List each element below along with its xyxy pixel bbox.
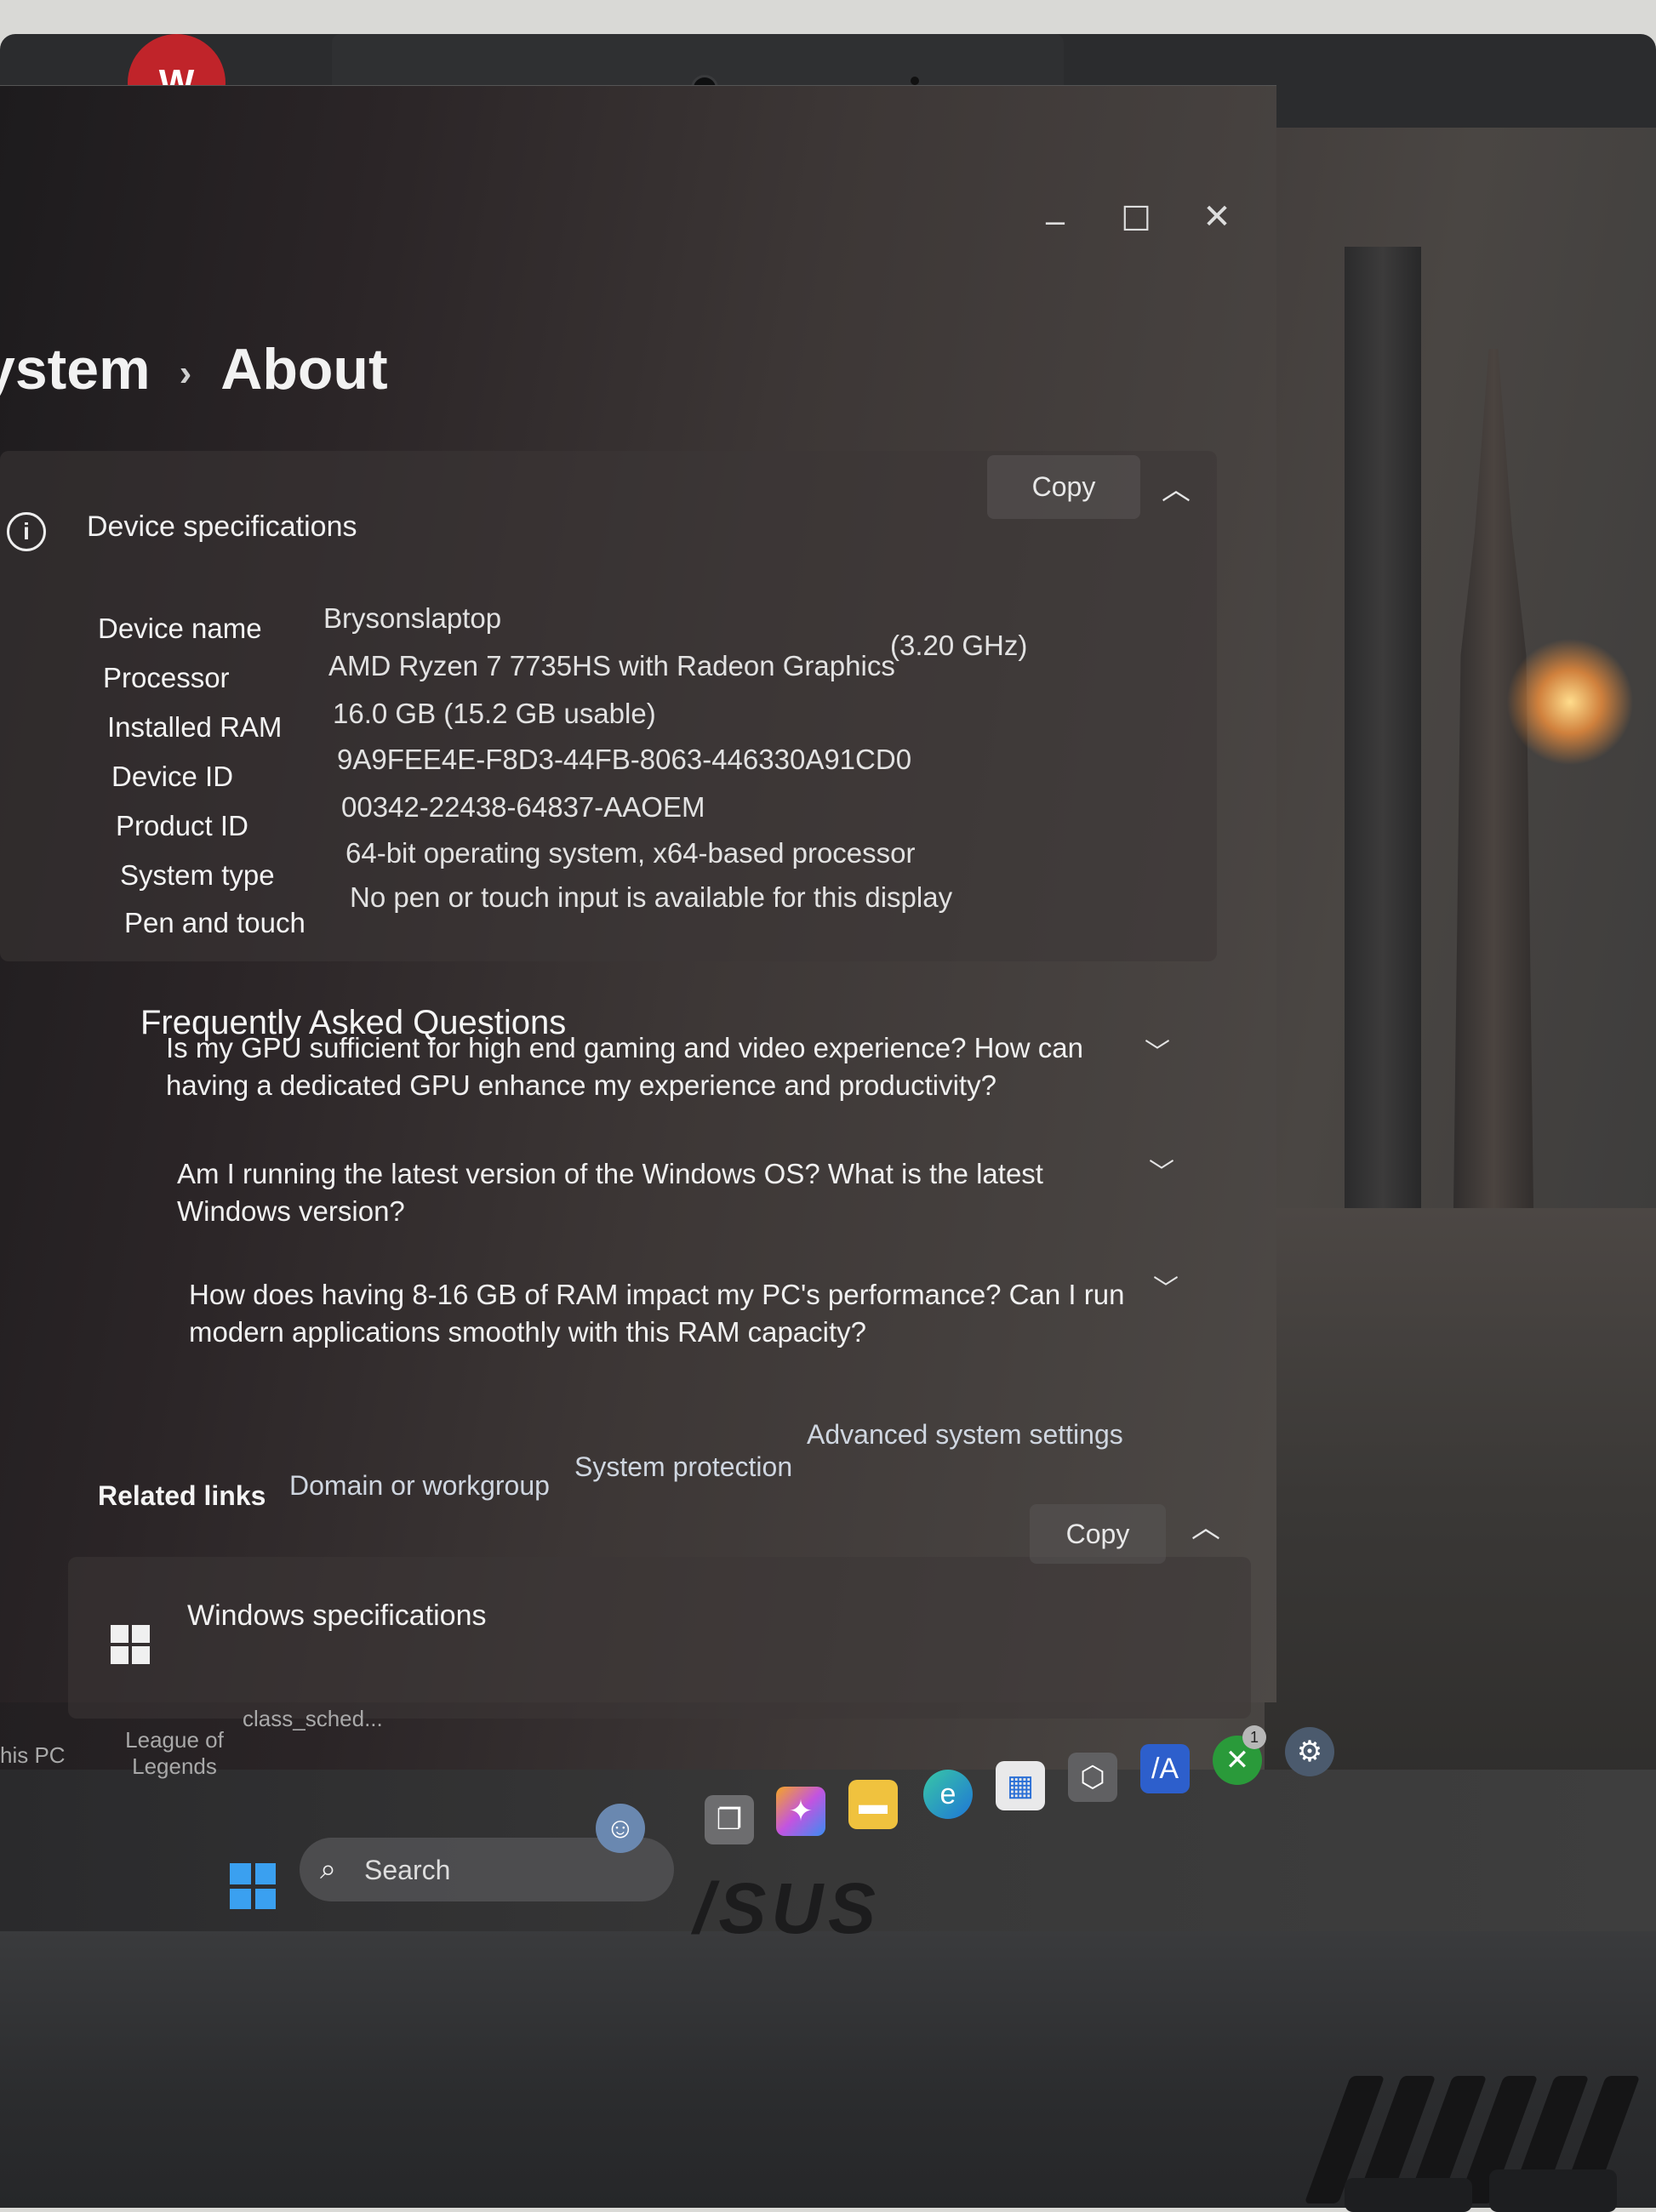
edge-icon[interactable]: e: [923, 1770, 973, 1819]
asus-logo: /SUS: [694, 1868, 882, 1948]
page-title: About: [220, 337, 388, 402]
windows-start-icon[interactable]: [230, 1863, 276, 1909]
copy-device-specs-button[interactable]: Copy: [987, 455, 1140, 519]
wallpaper-building: [1345, 247, 1421, 1310]
spec-value: 9A9FEE4E-F8D3-44FB-8063-446330A91CD0: [337, 744, 912, 775]
keyboard-key: [1489, 2169, 1617, 2212]
faq-question[interactable]: Am I running the latest version of the W…: [177, 1155, 1130, 1230]
spec-label: Product ID: [116, 810, 248, 841]
spec-label: Processor: [103, 662, 230, 693]
related-link-system-protection[interactable]: System protection: [574, 1451, 792, 1483]
spec-label: Pen and touch: [124, 907, 306, 938]
windows-logo-icon: [111, 1625, 150, 1664]
close-button[interactable]: ✕: [1191, 191, 1242, 242]
maximize-button[interactable]: ☐: [1111, 194, 1162, 245]
spec-value: Brysonslaptop: [323, 602, 502, 634]
related-link-advanced-settings[interactable]: Advanced system settings: [807, 1419, 1123, 1451]
avatar[interactable]: ☺: [596, 1804, 645, 1853]
related-links-label: Related links: [98, 1480, 266, 1511]
chevron-down-icon[interactable]: ﹀: [1149, 1151, 1174, 1189]
spec-value: AMD Ryzen 7 7735HS with Radeon Graphics: [328, 650, 895, 681]
spec-label: Device ID: [111, 761, 234, 792]
spec-value: 00342-22438-64837-AAOEM: [341, 791, 705, 823]
task-view-icon[interactable]: ❐: [705, 1795, 754, 1844]
settings-gear-icon[interactable]: ⚙: [1285, 1727, 1334, 1776]
copilot-icon[interactable]: ✦: [776, 1787, 825, 1836]
keyboard-deck: [0, 1931, 1656, 2208]
wallpaper-sun: [1506, 638, 1634, 766]
desktop-item-class-schedule[interactable]: class_sched...: [243, 1706, 383, 1732]
minimize-button[interactable]: –: [1030, 196, 1081, 247]
chevron-up-icon[interactable]: ︿: [1162, 466, 1191, 508]
search-placeholder: Search: [364, 1855, 451, 1885]
spec-value: 64-bit operating system, x64-based proce…: [345, 837, 916, 869]
info-icon: i: [7, 512, 46, 551]
related-links-row: Related links: [98, 1480, 266, 1512]
notification-badge: 1: [1242, 1725, 1266, 1749]
armoury-crate-icon[interactable]: ⬡: [1068, 1753, 1117, 1802]
spec-label: Installed RAM: [107, 711, 283, 743]
breadcrumb-parent[interactable]: ystem: [0, 337, 151, 402]
myasus-icon[interactable]: /A: [1140, 1744, 1190, 1793]
chevron-up-icon[interactable]: ︿: [1191, 1504, 1220, 1546]
breadcrumb: ystem › About: [0, 336, 388, 402]
desktop-item-this-pc[interactable]: his PC: [0, 1742, 66, 1769]
device-specs-heading: Device specifications: [87, 510, 357, 543]
spec-value: No pen or touch input is available for t…: [350, 881, 953, 913]
spec-value: 16.0 GB (15.2 GB usable): [333, 698, 656, 729]
faq-question[interactable]: How does having 8-16 GB of RAM impact my…: [189, 1276, 1142, 1351]
chevron-down-icon[interactable]: ﹀: [1145, 1031, 1170, 1069]
windows-specifications-card: [68, 1557, 1251, 1719]
spec-extra: (3.20 GHz): [890, 630, 1028, 661]
microsoft-store-icon[interactable]: ▦: [996, 1761, 1045, 1810]
spec-label: System type: [120, 859, 275, 891]
windows-specs-heading: Windows specifications: [187, 1599, 487, 1632]
sensor-dot: [911, 77, 919, 85]
faq-question[interactable]: Is my GPU sufficient for high end gaming…: [166, 1029, 1119, 1104]
desktop-item-league[interactable]: League of Legends: [119, 1727, 230, 1780]
search-icon: ⌕: [320, 1853, 337, 1885]
file-explorer-icon[interactable]: ▬: [848, 1780, 898, 1829]
related-link-domain[interactable]: Domain or workgroup: [289, 1470, 550, 1502]
chevron-down-icon[interactable]: ﹀: [1153, 1268, 1179, 1305]
spec-label: Device name: [98, 613, 262, 644]
copy-windows-specs-button[interactable]: Copy: [1030, 1504, 1166, 1564]
chevron-right-icon: ›: [179, 352, 192, 395]
keyboard-key: [1345, 2178, 1472, 2212]
